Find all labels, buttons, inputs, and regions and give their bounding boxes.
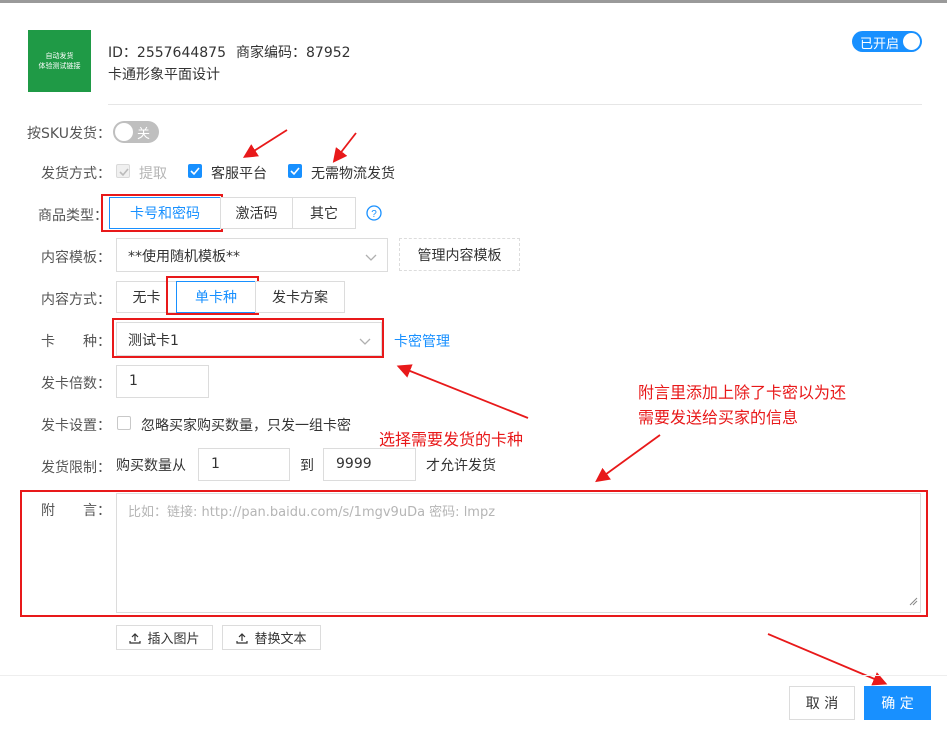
arrow-card-type bbox=[396, 364, 529, 419]
cancel-button[interactable]: 取 消 bbox=[789, 686, 855, 720]
annotation-arrows bbox=[242, 129, 888, 686]
arrow-no-logistics bbox=[332, 132, 357, 163]
footer-divider bbox=[0, 675, 947, 676]
confirm-button[interactable]: 确 定 bbox=[864, 686, 931, 720]
arrow-customer-service bbox=[242, 129, 288, 158]
arrow-note bbox=[595, 434, 661, 483]
